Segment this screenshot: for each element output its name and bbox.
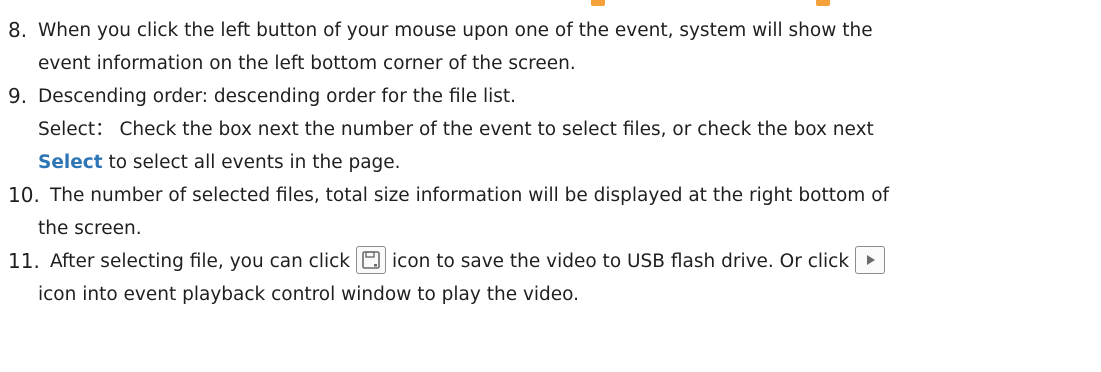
select-link: Select	[38, 152, 103, 173]
save-icon	[356, 246, 387, 274]
instruction-list: 8. When you click the left button of you…	[8, 14, 1093, 311]
item-text: icon into event playback control window …	[38, 284, 580, 305]
play-icon	[855, 246, 886, 274]
item-text: the screen.	[38, 218, 142, 239]
item-text: After selecting file, you can click icon …	[50, 245, 1093, 278]
item-number: 10.	[8, 183, 40, 207]
item-text-part: icon to save the video to USB flash driv…	[392, 251, 850, 272]
list-item: 9. Descending order: descending order fo…	[8, 80, 1093, 179]
item-text: Select to select all events in the page.	[38, 146, 1093, 179]
list-item: 10. The number of selected files, total …	[8, 179, 1093, 212]
orange-icon-fragment	[816, 0, 830, 6]
item-number: 9.	[8, 84, 28, 108]
item-text: event information on the left bottom cor…	[38, 53, 576, 74]
item-text: Descending order: descending order for t…	[38, 86, 517, 107]
item-number: 8.	[8, 18, 28, 42]
item-number: 11.	[8, 249, 40, 273]
list-item: 8. When you click the left button of you…	[8, 14, 1093, 80]
list-item: 11. After selecting file, you can click i…	[8, 245, 1093, 278]
item-text: The number of selected files, total size…	[50, 185, 890, 206]
orange-icon-fragment	[591, 0, 605, 6]
item-text: When you click the left button of your m…	[38, 20, 873, 41]
item-text-part: After selecting file, you can click	[50, 251, 351, 272]
item-text: Select： Check the box next the number of…	[38, 119, 874, 140]
item-text-rest: to select all events in the page.	[102, 152, 401, 173]
